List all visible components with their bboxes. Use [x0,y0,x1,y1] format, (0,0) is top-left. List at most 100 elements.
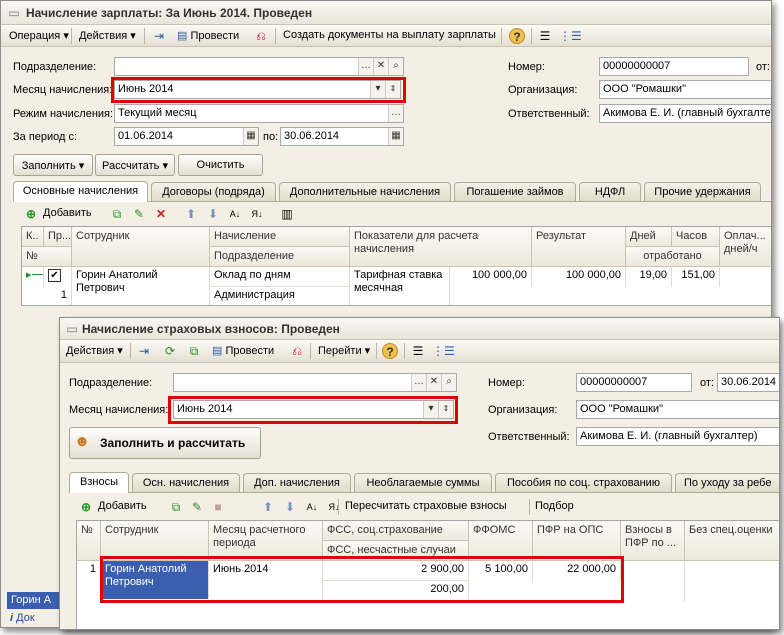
tab-extra-accruals[interactable]: Доп. начисления [243,473,351,492]
period-from-field[interactable]: 01.06.2014 ▦ [114,127,259,146]
col-paid[interactable]: Оплач... дней/ч [720,227,771,267]
actions-menu[interactable]: Действия ▾ [75,27,140,46]
structure-icon[interactable]: ⇥ [136,343,152,359]
calculate-button[interactable]: Рассчитать ▾ [95,154,175,176]
list-icon[interactable]: ☰ [410,343,426,359]
col-result[interactable]: Результат [532,227,626,267]
add-button[interactable]: Добавить [98,500,147,512]
org-field[interactable]: ООО "Ромашки" [599,80,771,99]
row-indicator-value[interactable]: 100 000,00 [450,267,532,287]
fill-and-calculate-button[interactable]: ☻ Заполнить и рассчитать [69,427,261,459]
actions-menu[interactable]: Действия ▾ [62,342,127,361]
fill-button[interactable]: Заполнить ▾ [13,154,93,176]
sort-asc-icon[interactable]: A↓ [304,499,320,515]
settings-list-icon[interactable]: ⋮☰ [432,343,455,359]
select-button[interactable]: … [388,105,403,122]
tab-loans[interactable]: Погашение займов [454,182,576,201]
list-icon[interactable]: ☰ [537,28,553,44]
row-result[interactable]: 100 000,00 [532,267,626,287]
row-days[interactable]: 19,00 [626,267,672,287]
copy-icon[interactable]: ⧉ [109,206,125,222]
edit-icon[interactable]: ✎ [189,499,205,515]
unpost-icon[interactable]: ⎌ [253,28,269,44]
row-division[interactable]: Администрация [210,287,350,305]
open-icon[interactable]: ⌕ [388,58,403,75]
period-to-field[interactable]: 30.06.2014 ▦ [280,127,404,146]
help-icon[interactable]: ? [382,343,398,359]
copy-icon[interactable]: ⧉ [186,343,202,359]
pick-button[interactable]: Подбор [535,500,574,512]
tab-child-care[interactable]: По уходу за ребе [675,473,779,492]
col-hours[interactable]: Часов [672,227,720,247]
columns-icon[interactable]: ▥ [279,206,295,222]
tab-contracts[interactable]: Договоры (подряда) [151,182,276,201]
operation-menu[interactable]: Операция ▾ [5,27,73,46]
tab-other-deductions[interactable]: Прочие удержания [644,182,761,201]
col-ffoms[interactable]: ФФОМС [469,521,533,561]
open-icon[interactable]: ⌕ [441,374,456,391]
help-icon[interactable]: ? [509,28,525,44]
org-field[interactable]: ООО "Ромашки" [576,400,779,419]
tab-nontaxable[interactable]: Необлагаемые суммы [354,473,492,492]
delete-icon[interactable]: ✕ [153,206,169,222]
row-pfr-extra[interactable] [621,561,685,601]
recalculate-button[interactable]: Пересчитать страховые взносы [345,500,507,512]
tab-ndfl[interactable]: НДФЛ [579,182,641,201]
col-month[interactable]: Месяц расчетного периода [209,521,323,561]
clear-icon[interactable]: ✕ [426,374,441,391]
clear-icon[interactable]: ✕ [373,58,388,75]
tab-contributions[interactable]: Взносы [69,472,129,493]
date-field[interactable]: 30.06.2014 [717,373,779,392]
structure-icon[interactable]: ⇥ [151,28,167,44]
col-fss[interactable]: ФСС, соц.страхование [323,521,469,541]
select-button[interactable]: … [411,374,426,391]
col-worked[interactable]: отработано [626,247,720,267]
move-down-icon[interactable]: ⬇ [205,206,221,222]
add-icon[interactable]: ⊕ [78,499,94,515]
col-k[interactable]: К.. [22,227,44,247]
bottom-doc-link[interactable]: i Док [7,611,62,627]
resp-field[interactable]: Акимова Е. И. (главный бухгалтер) [576,427,779,446]
division-field[interactable]: … ✕ ⌕ [173,373,457,392]
division-field[interactable]: … ✕ ⌕ [114,57,404,76]
sort-desc-icon[interactable]: Я↓ [326,499,342,515]
create-payment-docs-button[interactable]: Создать документы на выплату зарплаты [279,27,500,46]
col-pfr-extra[interactable]: Взносы в ПФР по ... [621,521,685,561]
copy-icon[interactable]: ⧉ [168,499,184,515]
col-no[interactable]: № [22,247,72,267]
row-indicator[interactable]: Тарифная ставка месячная [350,267,450,305]
post-button[interactable]: ▤ Провести [173,27,243,46]
tab-extra-accruals[interactable]: Дополнительные начисления [279,182,451,201]
number-field[interactable]: 00000000007 [576,373,692,392]
col-indicators[interactable]: Показатели для расчета начисления [350,227,532,267]
edit-icon[interactable]: ✎ [131,206,147,222]
col-pr[interactable]: Пр... [44,227,72,247]
move-up-icon[interactable]: ⬆ [260,499,276,515]
refresh-icon[interactable]: ⟳ [162,343,178,359]
clear-button[interactable]: Очистить [178,154,263,176]
move-down-icon[interactable]: ⬇ [282,499,298,515]
mode-field[interactable]: Текущий месяц … [114,104,404,123]
row-checkbox[interactable]: ✔ [44,267,72,287]
tab-benefits[interactable]: Пособия по соц. страхованию [495,473,672,492]
add-button[interactable]: Добавить [43,207,92,219]
number-field[interactable]: 00000000007 [599,57,749,76]
bottom-selection[interactable]: Горин А [7,592,62,609]
col-division[interactable]: Подразделение [210,247,350,267]
delete-icon[interactable]: ■ [210,499,226,515]
col-no-spec[interactable]: Без спец.оценки [685,521,779,561]
col-no[interactable]: № [77,521,101,561]
row-hours[interactable]: 151,00 [672,267,720,287]
row-employee[interactable]: Горин Анатолий Петрович [72,267,210,305]
move-up-icon[interactable]: ⬆ [183,206,199,222]
calendar-icon[interactable]: ▦ [243,128,258,145]
col-days[interactable]: Дней [626,227,672,247]
col-employee[interactable]: Сотрудник [101,521,209,561]
col-employee[interactable]: Сотрудник [72,227,210,267]
col-accrual[interactable]: Начисление [210,227,350,247]
goto-menu[interactable]: Перейти ▾ [314,342,374,361]
tab-main-accruals[interactable]: Основные начисления [13,181,148,202]
col-pfr[interactable]: ПФР на ОПС [533,521,621,561]
add-icon[interactable]: ⊕ [23,206,39,222]
post-button[interactable]: ▤ Провести [208,342,278,361]
